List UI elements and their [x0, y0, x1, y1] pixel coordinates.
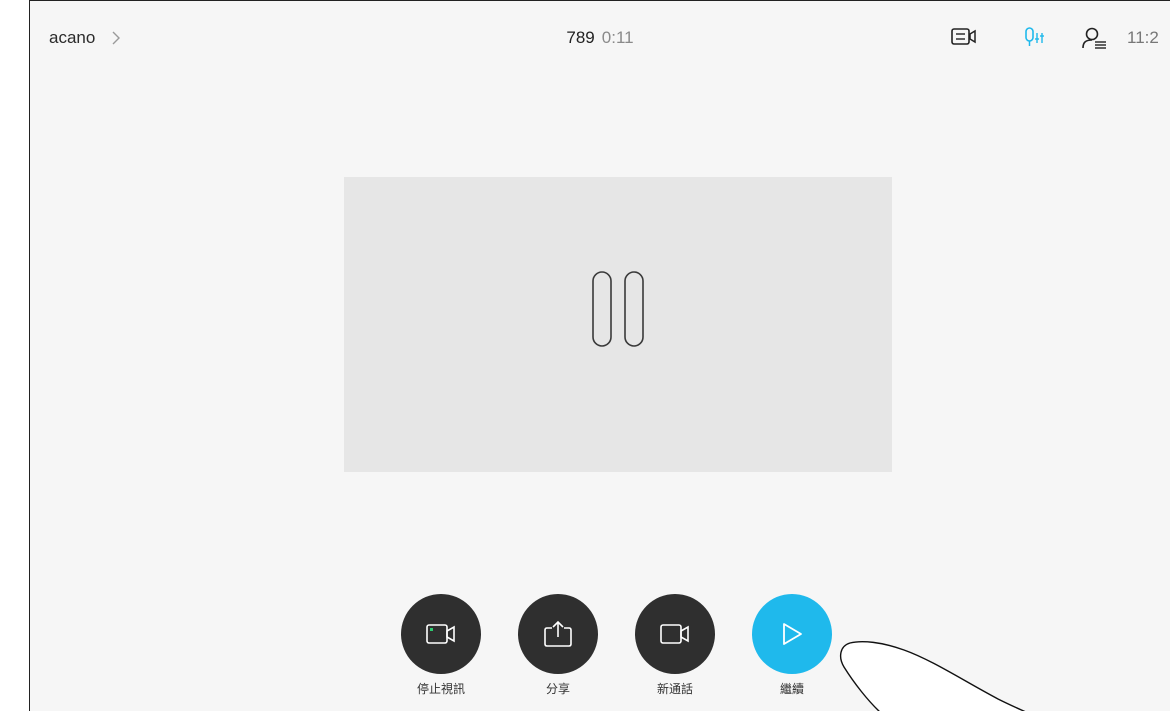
new-call-control: 新通話	[635, 594, 715, 697]
call-duration: 0:11	[601, 28, 634, 47]
new-call-button[interactable]	[635, 594, 715, 674]
call-controls: 停止視訊 分享 新通話 繼續	[401, 594, 832, 697]
camera-active-icon	[426, 624, 455, 644]
resume-label: 繼續	[779, 682, 804, 696]
camera-icon	[660, 624, 689, 644]
stop-video-label: 停止視訊	[416, 682, 465, 696]
top-bar: acano 789 0:11 11:2	[30, 1, 1170, 77]
share-icon	[544, 620, 572, 647]
layout-icon[interactable]	[951, 27, 977, 47]
stop-video-button[interactable]	[401, 594, 481, 674]
call-number: 789	[566, 28, 595, 47]
microphone-settings-icon[interactable]	[1024, 27, 1048, 47]
share-control: 分享	[518, 594, 598, 697]
call-info: 789 0:11	[30, 28, 1170, 48]
pause-icon	[592, 271, 644, 347]
video-placeholder	[344, 177, 892, 472]
stop-video-control: 停止視訊	[401, 594, 481, 697]
pointing-hand-icon	[839, 641, 1026, 711]
new-call-label: 新通話	[656, 682, 693, 696]
share-label: 分享	[545, 682, 570, 696]
play-icon	[783, 623, 802, 645]
resume-control: 繼續	[752, 594, 832, 697]
share-button[interactable]	[518, 594, 598, 674]
call-screen: acano 789 0:11 11:2 停止視訊 分享 新通話 繼續	[29, 0, 1170, 711]
resume-button[interactable]	[752, 594, 832, 674]
participants-icon[interactable]	[1082, 27, 1108, 49]
clock: 11:2	[1127, 28, 1159, 47]
